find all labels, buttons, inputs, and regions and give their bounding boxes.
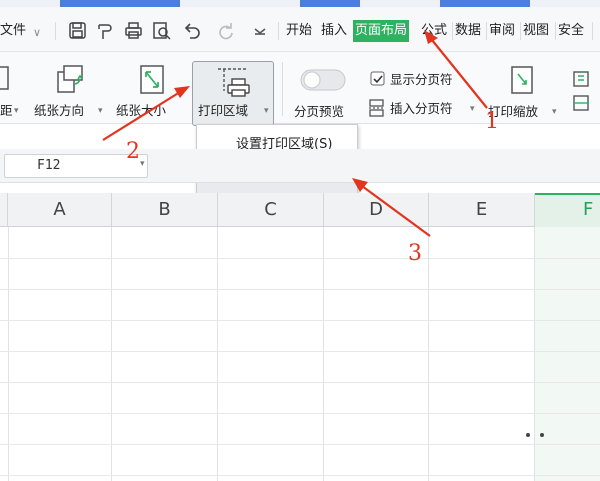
annotation-label-2: 2: [126, 139, 140, 164]
annotation-arrow-1: [431, 39, 488, 109]
annotation-arrows: [102, 30, 488, 237]
annotation-arrow-3: [361, 185, 431, 237]
annotation-arrowhead-2: [174, 86, 190, 98]
annotation-label-1: 1: [485, 109, 499, 134]
annotation-label-3: 3: [408, 241, 422, 266]
annotation-arrowhead-1: [424, 30, 438, 44]
annotation-arrow-2: [102, 91, 181, 141]
